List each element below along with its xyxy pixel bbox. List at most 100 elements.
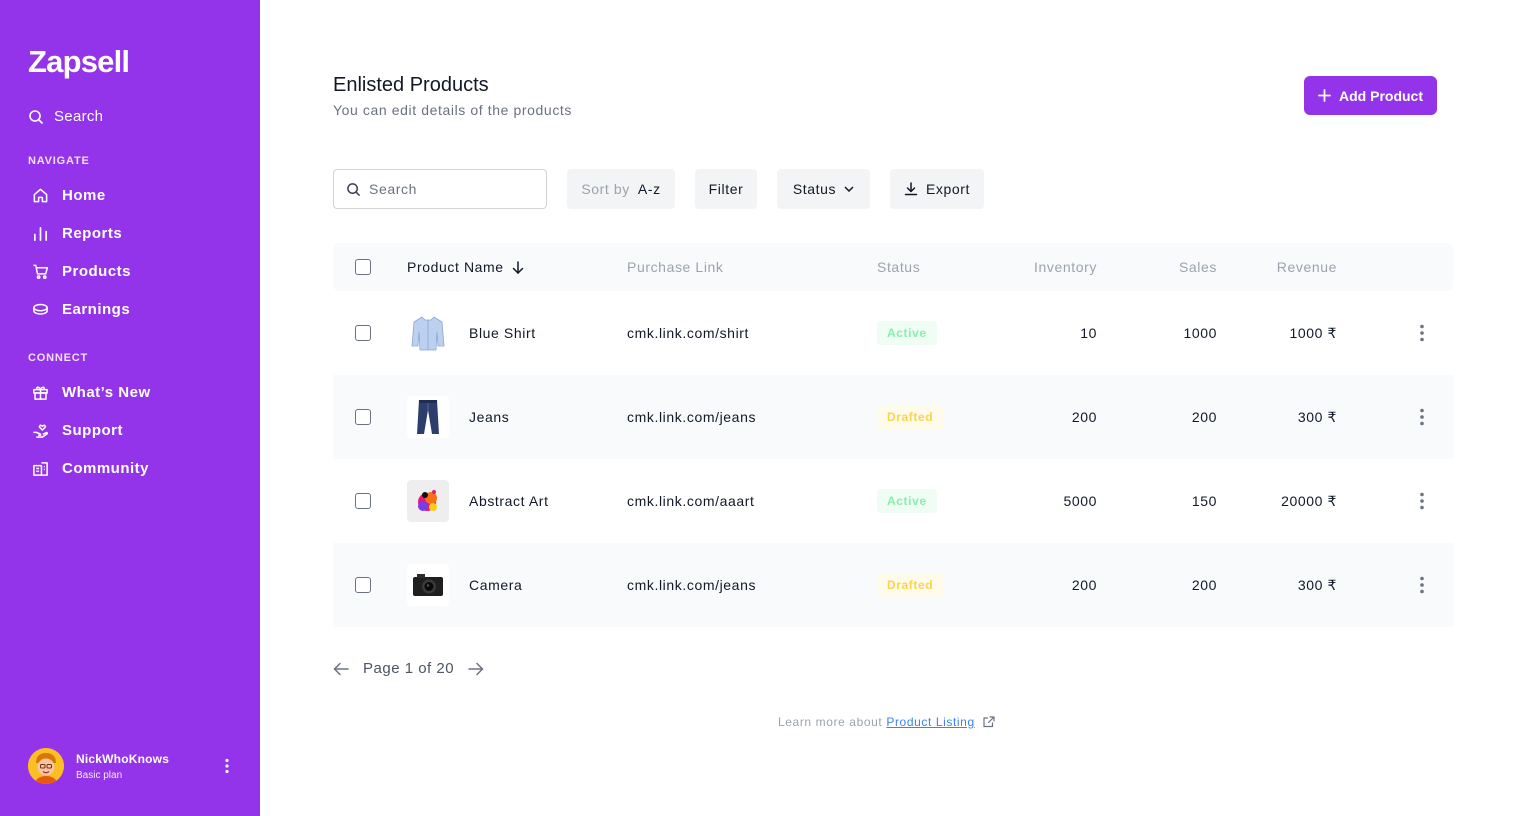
hand-heart-icon [33, 424, 49, 438]
sidebar-item-whats-new[interactable]: What’s New [32, 384, 151, 401]
arrow-right-icon [468, 662, 484, 675]
purchase-link: cmk.link.com/jeans [627, 409, 757, 425]
section-label-connect: CONNECT [28, 352, 88, 364]
search-icon [29, 109, 44, 124]
gift-icon [33, 386, 48, 400]
select-all-cell [355, 243, 371, 291]
row-menu-button[interactable] [1419, 291, 1425, 375]
row-menu-button[interactable] [1419, 375, 1425, 459]
status-badge: Drafted [877, 573, 944, 597]
row-select-cell [355, 543, 371, 627]
row-menu-button[interactable] [1419, 543, 1425, 627]
search-input[interactable] [369, 181, 529, 197]
row-menu-button[interactable] [1419, 459, 1425, 543]
sidebar-item-community[interactable]: Community [32, 460, 149, 477]
status-badge: Drafted [877, 405, 944, 429]
next-page-button[interactable] [468, 662, 484, 676]
row-checkbox[interactable] [355, 577, 371, 593]
product-cell: Blue Shirt [407, 291, 536, 375]
section-label-navigate: NAVIGATE [28, 155, 90, 167]
sidebar-item-products[interactable]: Products [32, 263, 131, 280]
bar-chart-icon [33, 226, 48, 241]
more-vertical-icon [1420, 408, 1424, 426]
row-select-cell [355, 375, 371, 459]
product-search[interactable] [333, 169, 547, 209]
sales-value: 150 [1191, 493, 1217, 509]
revenue-value: 20000 ₹ [1281, 492, 1337, 509]
inventory-value: 5000 [1063, 493, 1097, 509]
table-row[interactable]: Jeans cmk.link.com/jeans Drafted 200 200… [333, 375, 1453, 459]
table-row[interactable]: Abstract Art cmk.link.com/aaart Active 5… [333, 459, 1453, 543]
status-cell: Drafted [877, 543, 944, 627]
add-product-label: Add Product [1339, 87, 1423, 104]
row-select-cell [355, 291, 371, 375]
sales-value: 200 [1191, 577, 1217, 593]
sort-prefix: Sort by [581, 181, 630, 197]
avatar [28, 748, 64, 784]
filter-button[interactable]: Filter [695, 169, 757, 209]
page-indicator: Page 1 of 20 [363, 660, 455, 677]
sidebar-item-reports[interactable]: Reports [32, 225, 122, 242]
sort-button[interactable]: Sort by A-z [567, 169, 675, 209]
sidebar-search[interactable]: Search [28, 108, 103, 125]
home-icon [33, 188, 48, 203]
status-label: Status [792, 181, 837, 197]
status-badge: Active [877, 321, 937, 345]
purchase-link: cmk.link.com/shirt [627, 325, 750, 341]
sidebar-item-support[interactable]: Support [32, 422, 123, 439]
status-dropdown[interactable]: Status [777, 169, 870, 209]
table-row[interactable]: Blue Shirt cmk.link.com/shirt Active 10 … [333, 291, 1453, 375]
sidebar-item-label: Earnings [62, 301, 131, 318]
table-row[interactable]: Camera cmk.link.com/jeans Drafted 200 20… [333, 543, 1453, 627]
column-label: Product Name [407, 259, 504, 275]
status-cell: Active [877, 291, 937, 375]
row-checkbox[interactable] [355, 325, 371, 341]
export-button[interactable]: Export [890, 169, 984, 209]
add-product-button[interactable]: Add Product [1304, 76, 1437, 115]
sidebar-item-home[interactable]: Home [32, 187, 106, 204]
learn-more-note: Learn more about Product Listing [778, 715, 995, 729]
cart-icon [33, 264, 49, 280]
table-header: Product Name Purchase Link Status Invent… [333, 243, 1453, 291]
revenue-value: 1000 ₹ [1289, 324, 1337, 341]
product-thumbnail-shirt [407, 312, 449, 354]
product-listing-link[interactable]: Product Listing [886, 715, 974, 729]
product-name: Camera [469, 577, 523, 593]
user-name: NickWhoKnows [76, 751, 170, 766]
row-checkbox[interactable] [355, 493, 371, 509]
product-name: Blue Shirt [469, 325, 536, 341]
sidebar-item-label: Reports [62, 225, 123, 242]
column-sales: Sales [1178, 259, 1217, 275]
user-menu-button[interactable] [224, 758, 230, 779]
product-name: Jeans [469, 409, 510, 425]
external-link-icon[interactable] [983, 716, 995, 728]
sidebar-item-label: Products [62, 263, 132, 280]
app-logo[interactable]: Zapsell [28, 44, 130, 80]
select-all-checkbox[interactable] [355, 259, 371, 275]
status-badge: Active [877, 489, 937, 513]
user-profile[interactable]: NickWhoKnows Basic plan [28, 748, 238, 784]
pagination: Page 1 of 20 [333, 660, 484, 677]
sales-value: 200 [1191, 409, 1217, 425]
prev-page-button[interactable] [333, 662, 349, 676]
column-product-name[interactable]: Product Name [407, 243, 524, 291]
arrow-down-icon [512, 260, 523, 274]
download-icon [904, 182, 918, 196]
sidebar-item-label: What’s New [62, 384, 151, 401]
product-thumbnail-jeans [407, 396, 449, 438]
sidebar-item-label: Home [62, 187, 106, 204]
inventory-value: 200 [1071, 409, 1097, 425]
inventory-value: 10 [1080, 325, 1097, 341]
product-cell: Jeans [407, 375, 509, 459]
row-checkbox[interactable] [355, 409, 371, 425]
product-cell: Camera [407, 543, 522, 627]
sidebar-item-earnings[interactable]: Earnings [32, 301, 130, 318]
more-vertical-icon [225, 758, 229, 774]
learn-more-prefix: Learn more about [778, 715, 883, 729]
status-cell: Drafted [877, 375, 944, 459]
column-purchase-link: Purchase Link [627, 259, 724, 275]
chevron-down-icon [844, 186, 854, 192]
column-revenue: Revenue [1276, 259, 1337, 275]
column-inventory: Inventory [1034, 259, 1097, 275]
page-subtitle: You can edit details of the products [333, 102, 573, 118]
